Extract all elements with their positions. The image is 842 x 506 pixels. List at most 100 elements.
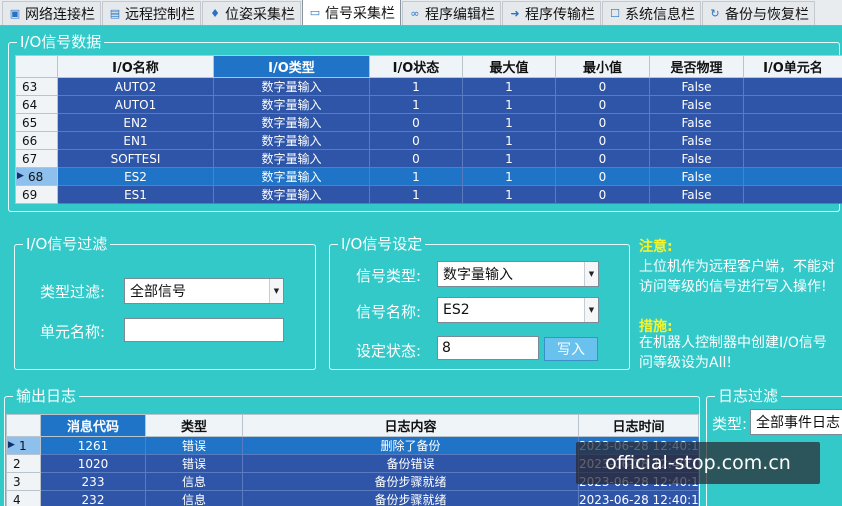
io-table-cell[interactable]: 0 bbox=[369, 149, 463, 168]
log-table-cell[interactable]: 备份步骤就绪 bbox=[242, 490, 579, 506]
row-header[interactable]: 63 bbox=[15, 77, 58, 96]
io-table-cell[interactable]: 1 bbox=[462, 113, 556, 132]
io-table-cell[interactable]: 1 bbox=[462, 131, 556, 150]
log-table-row[interactable]: 4 232 信息 备份步骤就绪 2023-06-28 12:40:15 bbox=[6, 490, 699, 506]
setting-name-select[interactable]: ES2 ▼ bbox=[437, 297, 599, 323]
row-header[interactable]: 65 bbox=[15, 113, 58, 132]
io-table-cell[interactable]: 0 bbox=[555, 185, 650, 204]
io-table-cell[interactable]: False bbox=[649, 95, 744, 114]
io-table-cell[interactable]: 0 bbox=[555, 95, 650, 114]
io-signal-table[interactable]: I/O名称 I/O类型 I/O状态 最大值 最小值 是否物理 I/O单元名 63 AUTO2 数… bbox=[15, 55, 842, 204]
io-table-row[interactable]: 65 EN2 数字量输入 0 1 0 False bbox=[15, 113, 842, 132]
io-table-cell[interactable]: 数字量输入 bbox=[213, 95, 370, 114]
io-table-cell[interactable]: EN2 bbox=[57, 113, 214, 132]
log-table-cell[interactable]: 2023-06-28 12:40:15 bbox=[578, 490, 699, 506]
io-table-cell[interactable]: 1 bbox=[369, 167, 463, 186]
io-table-cell[interactable]: AUTO1 bbox=[57, 95, 214, 114]
io-table-cell[interactable]: 1 bbox=[462, 77, 556, 96]
io-column-header[interactable]: I/O名称 bbox=[57, 55, 214, 78]
io-table-cell[interactable]: 1 bbox=[462, 167, 556, 186]
io-table-cell[interactable] bbox=[743, 131, 842, 150]
log-table-cell[interactable]: 233 bbox=[40, 472, 146, 491]
io-table-cell[interactable]: 数字量输入 bbox=[213, 113, 370, 132]
filter-type-select[interactable]: 全部信号 ▼ bbox=[124, 278, 284, 304]
io-column-header[interactable]: I/O单元名 bbox=[743, 55, 842, 78]
io-column-header[interactable]: 最大值 bbox=[462, 55, 556, 78]
row-header[interactable]: 66 bbox=[15, 131, 58, 150]
log-filter-type-select[interactable]: 全部事件日志 bbox=[750, 409, 842, 435]
io-table-cell[interactable]: 0 bbox=[555, 149, 650, 168]
io-table-row[interactable]: 63 AUTO2 数字量输入 1 1 0 False bbox=[15, 77, 842, 96]
row-header[interactable]: 4 bbox=[6, 490, 41, 506]
row-header[interactable]: 64 bbox=[15, 95, 58, 114]
io-table-cell[interactable] bbox=[743, 95, 842, 114]
io-table-cell[interactable] bbox=[743, 149, 842, 168]
io-column-header[interactable]: 是否物理 bbox=[649, 55, 744, 78]
log-table-cell[interactable]: 1261 bbox=[40, 436, 146, 455]
setting-type-select[interactable]: 数字量输入 ▼ bbox=[437, 261, 599, 287]
io-table-cell[interactable]: 0 bbox=[555, 77, 650, 96]
io-table-row[interactable]: ▶ 68 ES2 数字量输入 1 1 0 False bbox=[15, 167, 842, 186]
io-table-cell[interactable]: 数字量输入 bbox=[213, 167, 370, 186]
io-table-cell[interactable] bbox=[743, 113, 842, 132]
io-table-cell[interactable]: AUTO2 bbox=[57, 77, 214, 96]
io-table-cell[interactable]: EN1 bbox=[57, 131, 214, 150]
row-header[interactable]: ▶ 1 bbox=[6, 436, 41, 455]
io-table-cell[interactable]: 0 bbox=[369, 113, 463, 132]
io-table-cell[interactable]: 数字量输入 bbox=[213, 149, 370, 168]
io-table-cell[interactable]: 0 bbox=[555, 167, 650, 186]
log-table-cell[interactable]: 232 bbox=[40, 490, 146, 506]
log-column-header[interactable]: 消息代码 bbox=[40, 414, 146, 437]
io-column-header[interactable]: I/O类型 bbox=[213, 55, 370, 78]
io-table-cell[interactable]: False bbox=[649, 167, 744, 186]
log-column-header[interactable]: 日志时间 bbox=[578, 414, 699, 437]
tab-remote-control[interactable]: ▤ 远程控制栏 bbox=[102, 1, 201, 25]
io-table-cell[interactable]: 1 bbox=[369, 77, 463, 96]
io-table-cell[interactable]: False bbox=[649, 185, 744, 204]
row-header[interactable]: 69 bbox=[15, 185, 58, 204]
tab-code[interactable]: ∞ 程序编辑栏 bbox=[402, 1, 501, 25]
log-table-cell[interactable]: 信息 bbox=[145, 472, 243, 491]
io-table-cell[interactable]: 1 bbox=[369, 185, 463, 204]
io-table-cell[interactable]: 1 bbox=[369, 95, 463, 114]
log-table-cell[interactable]: 1020 bbox=[40, 454, 146, 473]
row-header[interactable]: 3 bbox=[6, 472, 41, 491]
setting-state-input[interactable] bbox=[437, 336, 539, 360]
io-table-row[interactable]: 69 ES1 数字量输入 1 1 0 False bbox=[15, 185, 842, 204]
tab-pin[interactable]: ♦ 位姿采集栏 bbox=[202, 1, 301, 25]
io-table-cell[interactable]: SOFTESI bbox=[57, 149, 214, 168]
io-table-cell[interactable]: False bbox=[649, 113, 744, 132]
io-column-header[interactable]: 最小值 bbox=[555, 55, 650, 78]
io-table-row[interactable]: 66 EN1 数字量输入 0 1 0 False bbox=[15, 131, 842, 150]
log-table-cell[interactable]: 错误 bbox=[145, 436, 243, 455]
io-table-cell[interactable]: 数字量输入 bbox=[213, 77, 370, 96]
io-table-cell[interactable]: False bbox=[649, 149, 744, 168]
log-column-header[interactable]: 日志内容 bbox=[242, 414, 579, 437]
io-table-cell[interactable]: ES2 bbox=[57, 167, 214, 186]
log-table-cell[interactable]: 错误 bbox=[145, 454, 243, 473]
chevron-down-icon[interactable]: ▼ bbox=[584, 298, 598, 322]
io-table-cell[interactable]: 数字量输入 bbox=[213, 131, 370, 150]
io-table-row[interactable]: 67 SOFTESI 数字量输入 0 1 0 False bbox=[15, 149, 842, 168]
log-column-header[interactable]: 类型 bbox=[145, 414, 243, 437]
io-table-cell[interactable]: ES1 bbox=[57, 185, 214, 204]
row-header[interactable]: 67 bbox=[15, 149, 58, 168]
chevron-down-icon[interactable]: ▼ bbox=[584, 262, 598, 286]
io-table-cell[interactable]: 1 bbox=[462, 95, 556, 114]
tab-transfer[interactable]: ➜ 程序传输栏 bbox=[502, 1, 601, 25]
log-table-cell[interactable]: 删除了备份 bbox=[242, 436, 579, 455]
filter-unit-input[interactable] bbox=[124, 318, 284, 342]
io-table-cell[interactable]: 0 bbox=[555, 113, 650, 132]
tab-signal[interactable]: ▭ 信号采集栏 bbox=[302, 0, 401, 25]
log-table-cell[interactable]: 信息 bbox=[145, 490, 243, 506]
io-table-cell[interactable]: 数字量输入 bbox=[213, 185, 370, 204]
io-table-cell[interactable]: 1 bbox=[462, 185, 556, 204]
log-table-cell[interactable]: 备份错误 bbox=[242, 454, 579, 473]
log-table-cell[interactable]: 备份步骤就绪 bbox=[242, 472, 579, 491]
io-column-header[interactable]: I/O状态 bbox=[369, 55, 463, 78]
row-header[interactable]: 2 bbox=[6, 454, 41, 473]
tab-network[interactable]: ▣ 网络连接栏 bbox=[2, 1, 101, 25]
io-table-cell[interactable]: False bbox=[649, 131, 744, 150]
tab-restore[interactable]: ↻ 备份与恢复栏 bbox=[702, 1, 815, 25]
write-button[interactable]: 写入 bbox=[544, 337, 598, 361]
